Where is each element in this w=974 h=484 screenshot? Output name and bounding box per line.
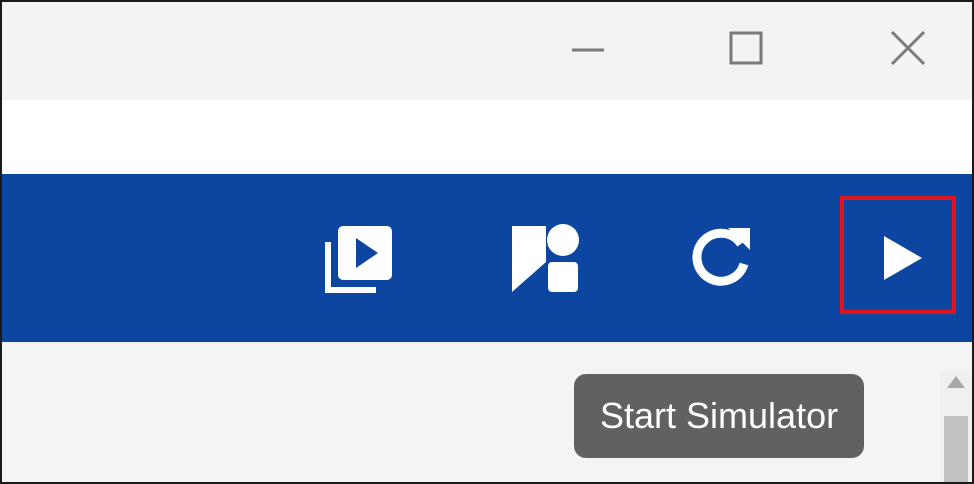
maximize-button[interactable] xyxy=(716,20,776,76)
scroll-thumb[interactable] xyxy=(944,416,968,482)
maximize-icon xyxy=(729,31,763,65)
shapes-button[interactable] xyxy=(498,212,590,304)
content-area: Start Simulator xyxy=(2,342,972,482)
shapes-icon xyxy=(512,224,579,292)
video-library-button[interactable] xyxy=(312,212,404,304)
minimize-icon xyxy=(572,48,604,52)
video-library-icon xyxy=(325,226,392,293)
refresh-icon xyxy=(692,228,750,286)
minimize-button[interactable] xyxy=(558,20,618,76)
refresh-button[interactable] xyxy=(676,212,768,304)
vertical-scrollbar[interactable] xyxy=(940,370,972,482)
address-bar xyxy=(2,100,972,174)
scroll-up-arrow-icon[interactable] xyxy=(947,376,965,388)
title-bar xyxy=(2,2,972,100)
toolbar xyxy=(2,174,972,342)
close-button[interactable] xyxy=(878,20,938,76)
play-icon xyxy=(884,236,922,280)
app-window: Start Simulator xyxy=(0,0,974,484)
start-simulator-tooltip: Start Simulator xyxy=(574,374,865,458)
start-simulator-button[interactable] xyxy=(854,212,946,304)
close-icon xyxy=(890,30,926,66)
